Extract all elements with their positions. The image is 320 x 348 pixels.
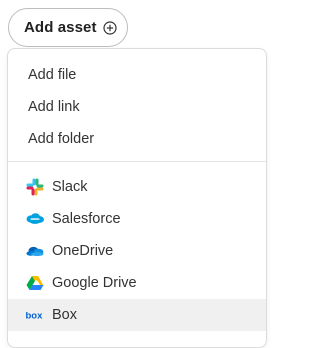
plus-circle-icon [103, 21, 117, 35]
menu-item-box[interactable]: box Box [8, 299, 266, 331]
menu-item-add-folder[interactable]: Add folder [8, 123, 266, 155]
menu-item-label: OneDrive [52, 243, 114, 259]
box-icon: box [26, 311, 44, 322]
svg-text:box: box [26, 311, 44, 322]
menu-item-google-drive[interactable]: Google Drive [8, 267, 266, 299]
menu-item-slack[interactable]: Slack [8, 171, 266, 203]
menu-item-onedrive[interactable]: OneDrive [8, 235, 266, 267]
menu-item-label: Google Drive [52, 275, 137, 291]
onedrive-icon [26, 246, 44, 257]
menu-item-label: Salesforce [52, 211, 121, 227]
add-asset-menu: Add file Add link Add folder Slack Sales… [7, 48, 267, 348]
menu-item-label: Add link [28, 99, 80, 115]
slack-icon [26, 178, 44, 196]
menu-item-label: Add file [28, 67, 77, 83]
google-drive-icon [26, 276, 44, 290]
menu-item-add-file[interactable]: Add file [8, 59, 266, 91]
menu-item-label: Add folder [28, 131, 95, 147]
menu-item-label: Slack [52, 179, 88, 195]
add-asset-button[interactable]: Add asset [8, 8, 128, 47]
menu-item-salesforce[interactable]: Salesforce [8, 203, 266, 235]
add-asset-label: Add asset [24, 19, 97, 36]
menu-divider [8, 161, 266, 162]
salesforce-icon [26, 213, 44, 224]
menu-item-label: Box [52, 307, 77, 323]
menu-item-add-link[interactable]: Add link [8, 91, 266, 123]
